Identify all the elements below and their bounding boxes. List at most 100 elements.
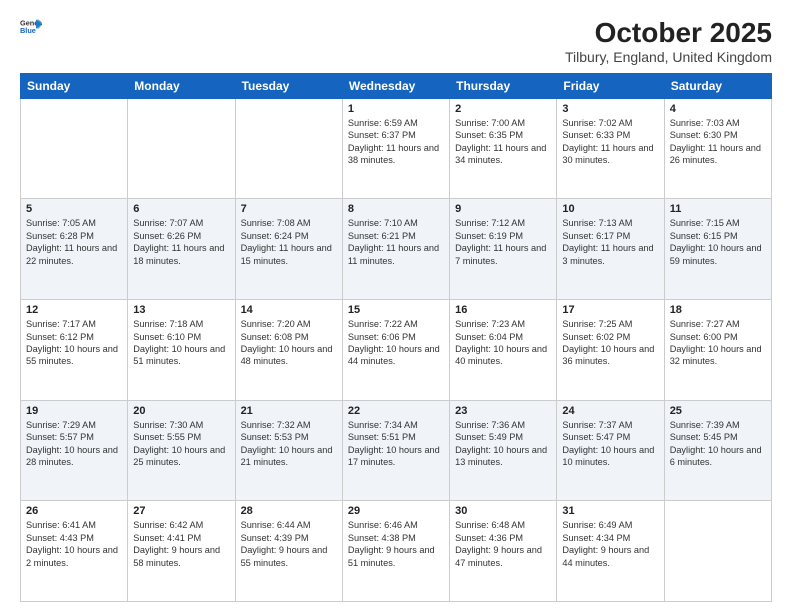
day-number: 8 [348,203,444,215]
cell-text: Sunrise: 7:39 AM Sunset: 5:45 PM Dayligh… [670,419,766,469]
logo: General Blue [20,18,42,36]
col-sunday: Sunday [21,73,128,98]
table-row: 30 Sunrise: 6:48 AM Sunset: 4:36 PM Dayli… [450,501,557,602]
table-row: 27 Sunrise: 6:42 AM Sunset: 4:41 PM Dayli… [128,501,235,602]
cell-text: Sunrise: 7:03 AM Sunset: 6:30 PM Dayligh… [670,117,766,167]
month-title: October 2025 [565,18,772,49]
week-row-4: 19 Sunrise: 7:29 AM Sunset: 5:57 PM Dayli… [21,400,772,501]
day-number: 17 [562,304,658,316]
cell-text: Sunrise: 7:07 AM Sunset: 6:26 PM Dayligh… [133,217,229,267]
day-number: 19 [26,405,122,417]
col-thursday: Thursday [450,73,557,98]
day-number: 10 [562,203,658,215]
cell-text: Sunrise: 7:10 AM Sunset: 6:21 PM Dayligh… [348,217,444,267]
day-number: 27 [133,505,229,517]
table-row: 16 Sunrise: 7:23 AM Sunset: 6:04 PM Dayli… [450,300,557,401]
svg-text:Blue: Blue [20,26,36,35]
col-friday: Friday [557,73,664,98]
col-wednesday: Wednesday [342,73,449,98]
table-row: 12 Sunrise: 7:17 AM Sunset: 6:12 PM Dayli… [21,300,128,401]
table-row: 25 Sunrise: 7:39 AM Sunset: 5:45 PM Dayli… [664,400,771,501]
cell-text: Sunrise: 7:00 AM Sunset: 6:35 PM Dayligh… [455,117,551,167]
day-number: 28 [241,505,337,517]
table-row: 22 Sunrise: 7:34 AM Sunset: 5:51 PM Dayli… [342,400,449,501]
title-section: October 2025 Tilbury, England, United Ki… [565,18,772,65]
day-number: 13 [133,304,229,316]
header: General Blue October 2025 Tilbury, Engla… [20,18,772,65]
table-row: 10 Sunrise: 7:13 AM Sunset: 6:17 PM Dayli… [557,199,664,300]
day-number: 18 [670,304,766,316]
day-number: 31 [562,505,658,517]
table-row: 24 Sunrise: 7:37 AM Sunset: 5:47 PM Dayli… [557,400,664,501]
table-row: 17 Sunrise: 7:25 AM Sunset: 6:02 PM Dayli… [557,300,664,401]
cell-text: Sunrise: 7:08 AM Sunset: 6:24 PM Dayligh… [241,217,337,267]
cell-text: Sunrise: 7:27 AM Sunset: 6:00 PM Dayligh… [670,318,766,368]
day-number: 6 [133,203,229,215]
table-row [235,98,342,199]
cell-text: Sunrise: 7:37 AM Sunset: 5:47 PM Dayligh… [562,419,658,469]
table-row: 18 Sunrise: 7:27 AM Sunset: 6:00 PM Dayli… [664,300,771,401]
cell-text: Sunrise: 7:13 AM Sunset: 6:17 PM Dayligh… [562,217,658,267]
day-number: 16 [455,304,551,316]
table-row: 4Sunrise: 7:03 AM Sunset: 6:30 PM Daylig… [664,98,771,199]
cell-text: Sunrise: 6:48 AM Sunset: 4:36 PM Dayligh… [455,519,551,569]
table-row: 21 Sunrise: 7:32 AM Sunset: 5:53 PM Dayli… [235,400,342,501]
cell-text: Sunrise: 6:42 AM Sunset: 4:41 PM Dayligh… [133,519,229,569]
table-row: 20 Sunrise: 7:30 AM Sunset: 5:55 PM Dayli… [128,400,235,501]
cell-text: Sunrise: 7:18 AM Sunset: 6:10 PM Dayligh… [133,318,229,368]
table-row: 3Sunrise: 7:02 AM Sunset: 6:33 PM Daylig… [557,98,664,199]
cell-text: Sunrise: 7:22 AM Sunset: 6:06 PM Dayligh… [348,318,444,368]
table-row: 31 Sunrise: 6:49 AM Sunset: 4:34 PM Dayli… [557,501,664,602]
table-row: 5Sunrise: 7:05 AM Sunset: 6:28 PM Daylig… [21,199,128,300]
calendar-table: Sunday Monday Tuesday Wednesday Thursday… [20,73,772,602]
day-number: 3 [562,103,658,115]
day-number: 21 [241,405,337,417]
col-tuesday: Tuesday [235,73,342,98]
cell-text: Sunrise: 7:20 AM Sunset: 6:08 PM Dayligh… [241,318,337,368]
day-number: 22 [348,405,444,417]
table-row [128,98,235,199]
week-row-1: 1 Sunrise: 6:59 AM Sunset: 6:37 PM Daylig… [21,98,772,199]
cell-text: Sunrise: 7:23 AM Sunset: 6:04 PM Dayligh… [455,318,551,368]
location: Tilbury, England, United Kingdom [565,49,772,65]
week-row-3: 12 Sunrise: 7:17 AM Sunset: 6:12 PM Dayli… [21,300,772,401]
table-row: 11Sunrise: 7:15 AM Sunset: 6:15 PM Dayli… [664,199,771,300]
table-row: 14Sunrise: 7:20 AM Sunset: 6:08 PM Dayli… [235,300,342,401]
cell-text: Sunrise: 7:34 AM Sunset: 5:51 PM Dayligh… [348,419,444,469]
table-row: 6 Sunrise: 7:07 AM Sunset: 6:26 PM Daylig… [128,199,235,300]
table-row: 15 Sunrise: 7:22 AM Sunset: 6:06 PM Dayli… [342,300,449,401]
table-row: 23 Sunrise: 7:36 AM Sunset: 5:49 PM Dayli… [450,400,557,501]
table-row: 8 Sunrise: 7:10 AM Sunset: 6:21 PM Daylig… [342,199,449,300]
cell-text: Sunrise: 7:32 AM Sunset: 5:53 PM Dayligh… [241,419,337,469]
cell-text: Sunrise: 7:29 AM Sunset: 5:57 PM Dayligh… [26,419,122,469]
header-row: Sunday Monday Tuesday Wednesday Thursday… [21,73,772,98]
table-row: 26 Sunrise: 6:41 AM Sunset: 4:43 PM Dayli… [21,501,128,602]
cell-text: Sunrise: 7:05 AM Sunset: 6:28 PM Dayligh… [26,217,122,267]
table-row: 19 Sunrise: 7:29 AM Sunset: 5:57 PM Dayli… [21,400,128,501]
cell-text: Sunrise: 6:49 AM Sunset: 4:34 PM Dayligh… [562,519,658,569]
week-row-5: 26 Sunrise: 6:41 AM Sunset: 4:43 PM Dayli… [21,501,772,602]
cell-text: Sunrise: 7:25 AM Sunset: 6:02 PM Dayligh… [562,318,658,368]
day-number: 23 [455,405,551,417]
cell-text: Sunrise: 7:36 AM Sunset: 5:49 PM Dayligh… [455,419,551,469]
table-row [21,98,128,199]
table-row: 1 Sunrise: 6:59 AM Sunset: 6:37 PM Daylig… [342,98,449,199]
day-number: 1 [348,103,444,115]
day-number: 26 [26,505,122,517]
day-number: 11 [670,203,766,215]
table-row: 9Sunrise: 7:12 AM Sunset: 6:19 PM Daylig… [450,199,557,300]
page: General Blue October 2025 Tilbury, Engla… [0,0,792,612]
cell-text: Sunrise: 7:12 AM Sunset: 6:19 PM Dayligh… [455,217,551,267]
cell-text: Sunrise: 6:59 AM Sunset: 6:37 PM Dayligh… [348,117,444,167]
day-number: 12 [26,304,122,316]
day-number: 30 [455,505,551,517]
cell-text: Sunrise: 7:17 AM Sunset: 6:12 PM Dayligh… [26,318,122,368]
day-number: 25 [670,405,766,417]
cell-text: Sunrise: 7:30 AM Sunset: 5:55 PM Dayligh… [133,419,229,469]
cell-text: Sunrise: 6:44 AM Sunset: 4:39 PM Dayligh… [241,519,337,569]
day-number: 20 [133,405,229,417]
day-number: 15 [348,304,444,316]
week-row-2: 5Sunrise: 7:05 AM Sunset: 6:28 PM Daylig… [21,199,772,300]
day-number: 24 [562,405,658,417]
cell-text: Sunrise: 6:41 AM Sunset: 4:43 PM Dayligh… [26,519,122,569]
